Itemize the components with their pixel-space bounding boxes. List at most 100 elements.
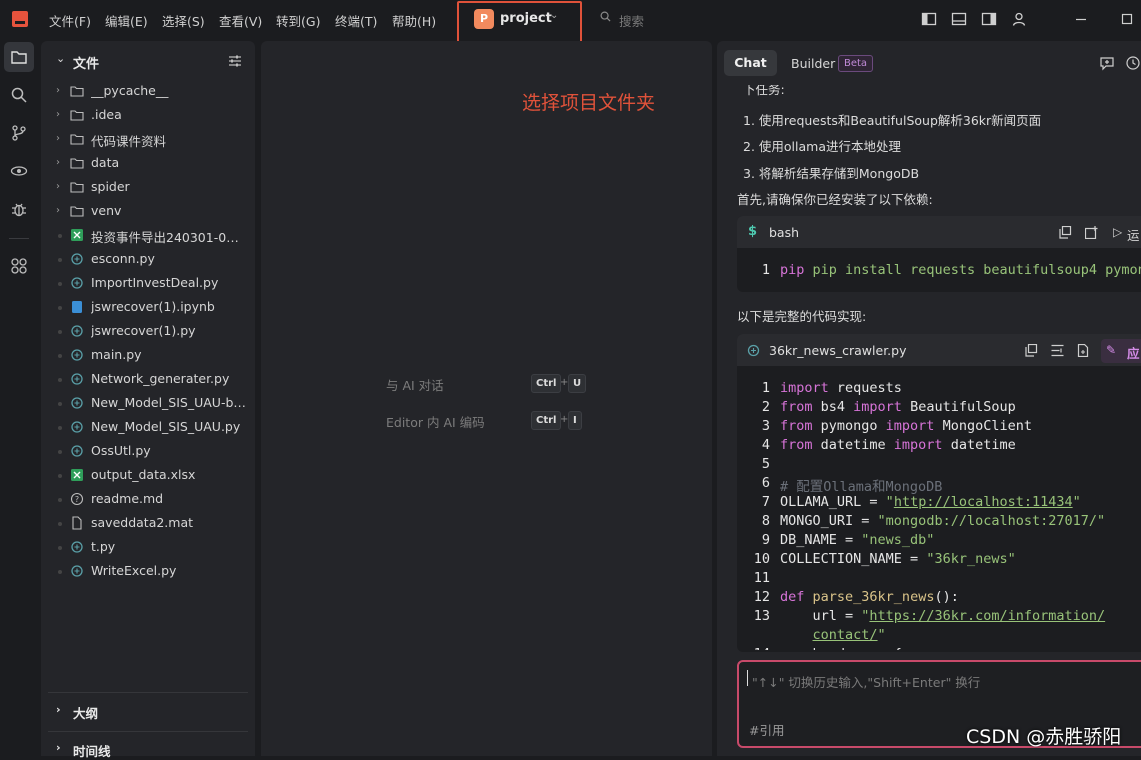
sliders-icon[interactable] xyxy=(228,54,242,68)
code-line-1: import requests xyxy=(780,380,902,396)
tab-builder[interactable]: Builder xyxy=(791,56,835,71)
tree-indent-dot xyxy=(58,282,62,286)
folder-icon xyxy=(70,110,84,121)
run-button[interactable]: 运 xyxy=(1127,225,1140,244)
line-number: 11 xyxy=(753,570,770,586)
menu-edit[interactable]: 编辑(E) xyxy=(105,11,148,30)
menu-goto[interactable]: 转到(G) xyxy=(276,11,320,30)
copy-icon[interactable] xyxy=(1059,226,1072,239)
outline-section[interactable]: 大纲 xyxy=(73,703,98,722)
tree-item-label: t.py xyxy=(91,539,116,554)
reference-button[interactable]: #引用 xyxy=(749,720,784,739)
folder-icon xyxy=(70,182,84,193)
apply-button[interactable]: 应 xyxy=(1127,343,1140,362)
file-item[interactable]: ImportInvestDeal.py xyxy=(48,272,248,296)
tab-chat[interactable]: Chat xyxy=(724,50,777,76)
copy-icon[interactable] xyxy=(1025,344,1038,357)
folder-icon xyxy=(70,206,84,217)
file-item[interactable]: OssUtl.py xyxy=(48,440,248,464)
history-icon[interactable] xyxy=(1125,55,1141,71)
minimize-icon[interactable] xyxy=(1073,11,1089,27)
file-item[interactable]: ? readme.md xyxy=(48,488,248,512)
code-line-4: from datetime import datetime xyxy=(780,437,1016,453)
menu-file[interactable]: 文件(F) xyxy=(49,11,91,30)
editor-area[interactable] xyxy=(261,41,712,756)
toggle-right-panel-icon[interactable] xyxy=(981,11,997,27)
insert-icon[interactable] xyxy=(1085,226,1098,239)
chat-step: 2. 使用ollama进行本地处理 xyxy=(743,139,901,154)
tree-item-label: jswrecover(1).ipynb xyxy=(91,299,215,314)
menu-select[interactable]: 选择(S) xyxy=(162,11,205,30)
chat-input-placeholder[interactable]: "↑↓" 切换历史输入,"Shift+Enter" 换行 xyxy=(752,672,980,691)
chat-paragraph: 以下是完整的代码实现: xyxy=(737,309,867,324)
tree-indent-dot xyxy=(58,498,62,502)
chevron-right-icon[interactable]: › xyxy=(56,109,60,120)
text-caret xyxy=(747,670,748,686)
activity-bar xyxy=(0,38,38,756)
chat-step: 3. 将解析结果存储到MongoDB xyxy=(743,166,920,181)
chevron-right-icon[interactable]: › xyxy=(56,205,60,216)
folder-item[interactable]: › 代码课件资料 xyxy=(48,128,248,152)
chevron-right-icon[interactable]: › xyxy=(56,741,61,754)
new-chat-icon[interactable] xyxy=(1099,55,1115,71)
chevron-down-icon[interactable]: ⌄ xyxy=(56,52,65,65)
search-input[interactable]: 搜索 xyxy=(619,11,644,30)
toggle-bottom-panel-icon[interactable] xyxy=(951,11,967,27)
excel-file-icon xyxy=(71,469,83,481)
tree-indent-dot xyxy=(58,354,62,358)
folder-item[interactable]: › __pycache__ xyxy=(48,80,248,104)
tree-indent-dot xyxy=(58,378,62,382)
search-icon[interactable] xyxy=(10,86,28,104)
folder-item[interactable]: › venv xyxy=(48,200,248,224)
file-item[interactable]: t.py xyxy=(48,536,248,560)
menu-terminal[interactable]: 终端(T) xyxy=(335,11,377,30)
chevron-right-icon[interactable]: › xyxy=(56,181,60,192)
file-item[interactable]: 投资事件导出240301-03.... xyxy=(48,224,248,248)
remote-explorer-icon[interactable] xyxy=(10,162,28,180)
debug-icon[interactable] xyxy=(10,200,28,218)
insert-at-cursor-icon[interactable] xyxy=(1051,344,1064,357)
toggle-left-panel-icon[interactable] xyxy=(921,11,937,27)
explorer-icon[interactable] xyxy=(10,48,28,66)
new-file-icon[interactable] xyxy=(1077,344,1090,357)
chat-step: 1. 使用requests和BeautifulSoup解析36kr新闻页面 xyxy=(743,113,1042,128)
folder-item[interactable]: › .idea xyxy=(48,104,248,128)
chevron-right-icon[interactable]: › xyxy=(56,85,60,96)
project-selector[interactable]: project xyxy=(500,11,552,26)
chevron-right-icon[interactable]: › xyxy=(56,703,61,716)
tree-indent-dot xyxy=(58,234,62,238)
file-item[interactable]: WriteExcel.py xyxy=(48,560,248,584)
account-icon[interactable] xyxy=(1011,11,1027,27)
file-item[interactable]: New_Model_SIS_UAU.py xyxy=(48,416,248,440)
source-control-icon[interactable] xyxy=(10,124,28,142)
menu-help[interactable]: 帮助(H) xyxy=(392,11,436,30)
timeline-section[interactable]: 时间线 xyxy=(73,741,111,760)
bash-command: pip pip install requests beautifulsoup4 … xyxy=(780,262,1141,278)
file-item[interactable]: output_data.xlsx xyxy=(48,464,248,488)
maximize-icon[interactable] xyxy=(1119,11,1135,27)
file-item[interactable]: New_Model_SIS_UAU-ba... xyxy=(48,392,248,416)
chevron-right-icon[interactable]: › xyxy=(56,157,60,168)
run-icon[interactable]: ▷ xyxy=(1113,225,1122,239)
file-item[interactable]: jswrecover(1).py xyxy=(48,320,248,344)
chevron-down-icon[interactable]: ⌄ xyxy=(550,10,558,21)
tree-item-label: venv xyxy=(91,203,122,218)
extensions-icon[interactable] xyxy=(10,257,28,275)
magic-wand-icon[interactable]: ✎ xyxy=(1106,343,1116,357)
tree-item-label: jswrecover(1).py xyxy=(91,323,196,338)
file-item[interactable]: Network_generater.py xyxy=(48,368,248,392)
file-item[interactable]: main.py xyxy=(48,344,248,368)
code-filename: 36kr_news_crawler.py xyxy=(769,343,907,358)
folder-item[interactable]: › spider xyxy=(48,176,248,200)
chevron-right-icon[interactable]: › xyxy=(56,133,60,144)
file-item[interactable]: esconn.py xyxy=(48,248,248,272)
menu-view[interactable]: 查看(V) xyxy=(219,11,262,30)
file-item[interactable]: saveddata2.mat xyxy=(48,512,248,536)
file-item[interactable]: jswrecover(1).ipynb xyxy=(48,296,248,320)
code-line-2: from bs4 import BeautifulSoup xyxy=(780,399,1016,415)
tree-item-label: 代码课件资料 xyxy=(91,134,167,149)
tree-item-label: main.py xyxy=(91,347,142,362)
folder-item[interactable]: › data xyxy=(48,152,248,176)
line-number: 1 xyxy=(761,262,770,278)
project-badge[interactable]: P xyxy=(474,9,494,29)
